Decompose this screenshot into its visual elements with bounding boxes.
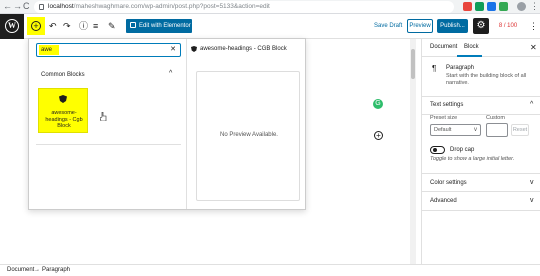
text-settings-title: Text settings: [430, 102, 464, 108]
wordpress-logo[interactable]: W: [0, 14, 24, 39]
url-text: localhost/maheshwaghmare.com/wp-admin/po…: [48, 3, 270, 10]
hand-cursor-icon: [100, 112, 107, 121]
preview-title-text: awesome-headings - CGB Block: [200, 46, 287, 52]
block-item-label: awesome-headings - Cgb Block: [45, 110, 83, 129]
sidebar-tabs: Document Block ✕: [422, 39, 540, 57]
preset-size-select[interactable]: Default v: [430, 124, 481, 136]
block-preview: No Preview Available.: [196, 71, 300, 201]
block-breadcrumb: Document → Paragraph: [0, 264, 540, 276]
shield-icon: [191, 46, 197, 52]
extension-icon-4[interactable]: [499, 2, 508, 11]
browser-toolbar: ← → C localhost/maheshwaghmare.com/wp-ad…: [0, 0, 540, 14]
drop-cap-help: Toggle to show a large initial letter.: [430, 156, 515, 162]
block-card: ¶ Paragraph Start with the building bloc…: [422, 57, 540, 97]
breadcrumb-paragraph[interactable]: Paragraph: [42, 267, 70, 273]
chevron-down-icon: v: [474, 127, 477, 133]
search-value: awe: [41, 47, 53, 53]
scrollbar-thumb[interactable]: [411, 49, 415, 79]
preview-button[interactable]: Preview: [407, 19, 433, 33]
canvas-scrollbar[interactable]: [410, 39, 416, 264]
chevron-up-icon: ^: [530, 101, 534, 108]
chevron-down-icon: v: [530, 197, 534, 204]
add-block-icon[interactable]: +: [374, 131, 383, 140]
breadcrumb-separator: →: [34, 267, 40, 273]
drop-cap-label: Drop cap: [450, 147, 475, 153]
toggle-knob: [433, 148, 437, 152]
extension-icon-2[interactable]: [475, 2, 484, 11]
block-inserter-popover: awe ✕ Common Blocks ^ awesome-headings -…: [28, 38, 306, 210]
elementor-label: Edit with Elementor: [139, 23, 191, 29]
shield-icon: [59, 95, 67, 103]
info-icon[interactable]: ⓘ: [79, 20, 88, 32]
seo-score-badge[interactable]: 8 / 100: [492, 19, 524, 33]
undo-icon[interactable]: ↶: [49, 20, 57, 32]
custom-size-label: Custom: [486, 115, 505, 121]
tools-icon[interactable]: ✎: [108, 20, 116, 32]
clear-search-icon[interactable]: ✕: [170, 45, 176, 55]
seo-score-value: 8 / 100: [498, 23, 518, 29]
preview-title: awesome-headings - CGB Block: [191, 46, 287, 52]
category-divider: [36, 144, 181, 145]
plus-icon: +: [31, 21, 41, 31]
breadcrumb-document[interactable]: Document: [7, 267, 34, 273]
reset-button[interactable]: Reset: [511, 124, 529, 136]
block-search-input[interactable]: awe ✕: [36, 43, 181, 57]
elementor-icon: [130, 22, 136, 28]
chevron-up-icon[interactable]: ^: [169, 70, 172, 77]
browser-forward-button[interactable]: →: [13, 1, 22, 11]
edit-with-elementor-button[interactable]: Edit with Elementor: [126, 19, 192, 33]
grammarly-icon[interactable]: G: [373, 99, 383, 109]
chevron-down-icon: v: [530, 179, 534, 186]
browser-back-button[interactable]: ←: [3, 1, 12, 11]
redo-icon[interactable]: ↷: [63, 20, 71, 32]
block-inserter-toggle[interactable]: +: [27, 17, 45, 35]
save-draft-button[interactable]: Save Draft: [374, 23, 402, 29]
preset-size-label: Preset size: [430, 115, 458, 121]
settings-gear-icon[interactable]: ⚙: [473, 18, 489, 34]
no-preview-message: No Preview Available.: [220, 132, 278, 138]
advanced-title: Advanced: [430, 198, 457, 204]
publish-button[interactable]: Publish...: [437, 19, 468, 33]
color-settings-title: Color settings: [430, 180, 467, 186]
profile-avatar[interactable]: [517, 2, 526, 11]
lock-icon: [39, 4, 44, 10]
preset-size-value: Default: [434, 127, 452, 133]
tab-document[interactable]: Document: [430, 44, 457, 50]
editor-header: W + ↶ ↷ ⓘ ≡ ✎ Edit with Elementor Save D…: [0, 14, 540, 39]
close-icon[interactable]: ✕: [530, 43, 537, 52]
block-description: Start with the building block of all nar…: [446, 73, 527, 86]
settings-sidebar: Document Block ✕ ¶ Paragraph Start with …: [421, 39, 540, 264]
block-navigation-icon[interactable]: ≡: [93, 20, 98, 32]
extension-icon-3[interactable]: [487, 2, 496, 11]
drop-cap-toggle[interactable]: [430, 146, 445, 154]
paragraph-icon: ¶: [432, 64, 437, 73]
custom-size-input[interactable]: [486, 123, 508, 137]
category-title[interactable]: Common Blocks: [41, 72, 85, 78]
color-settings-panel-header[interactable]: Color settings v: [422, 173, 540, 192]
browser-menu-icon[interactable]: ⋮: [530, 1, 539, 12]
text-settings-panel-header[interactable]: Text settings ^: [422, 97, 540, 115]
inserter-block-list: awe ✕ Common Blocks ^ awesome-headings -…: [29, 39, 187, 209]
extension-icon-1[interactable]: [463, 2, 472, 11]
wordpress-icon: W: [5, 19, 19, 33]
address-bar[interactable]: localhost/maheshwaghmare.com/wp-admin/po…: [34, 1, 454, 13]
block-item-awesome-headings[interactable]: awesome-headings - Cgb Block: [38, 88, 88, 133]
block-name: Paragraph: [446, 65, 475, 71]
advanced-panel-header[interactable]: Advanced v: [422, 192, 540, 211]
browser-reload-button[interactable]: C: [23, 1, 30, 11]
more-menu-icon[interactable]: ⋮: [529, 20, 538, 32]
tab-block[interactable]: Block: [464, 44, 479, 50]
